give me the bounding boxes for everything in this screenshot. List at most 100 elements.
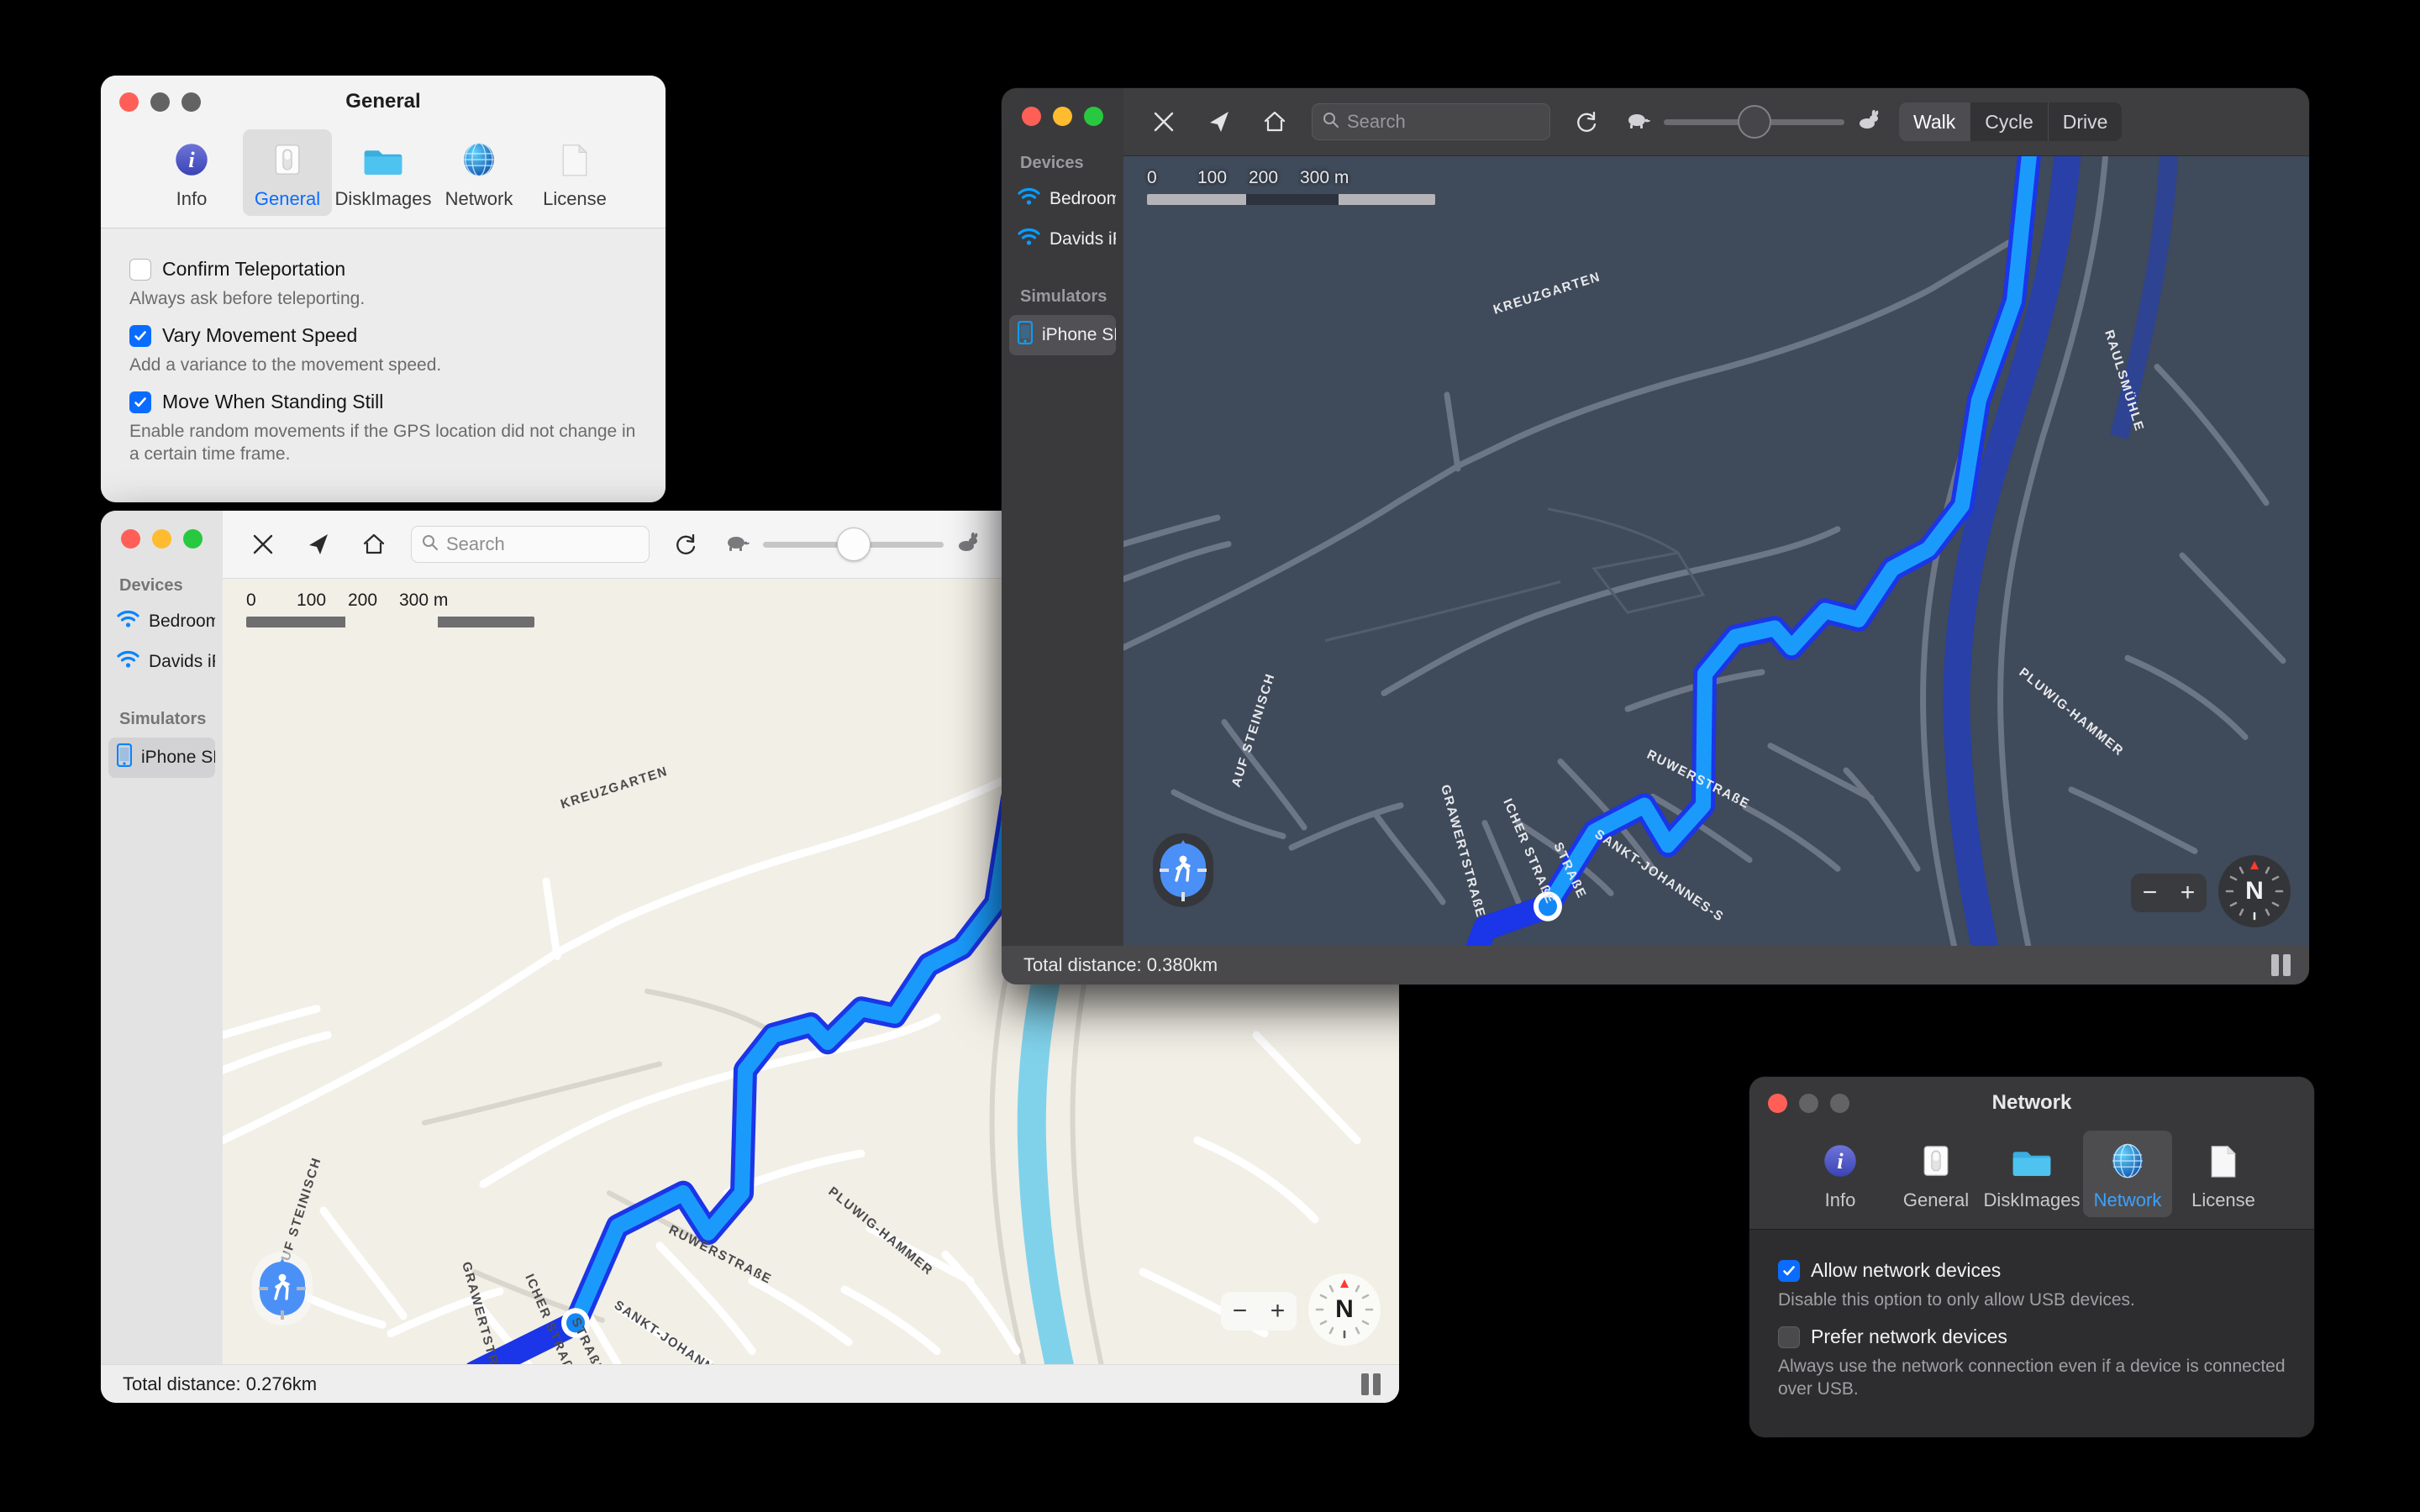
wifi-icon bbox=[117, 610, 139, 633]
speed-slider[interactable] bbox=[723, 528, 980, 561]
general-preferences-window: General i Info General DiskImages Networ… bbox=[101, 76, 666, 502]
tab-info[interactable]: i Info bbox=[1796, 1131, 1885, 1217]
zoom-button[interactable] bbox=[183, 529, 203, 549]
compass-button[interactable]: N bbox=[1308, 1273, 1381, 1346]
tab-diskimages[interactable]: DiskImages bbox=[1984, 1131, 2080, 1217]
pause-icon[interactable] bbox=[1361, 1373, 1381, 1395]
speed-slider-thumb[interactable] bbox=[836, 528, 871, 561]
close-button[interactable] bbox=[1022, 107, 1041, 126]
zoom-in-button[interactable]: + bbox=[1270, 1297, 1286, 1326]
close-icon[interactable] bbox=[1145, 103, 1182, 140]
pause-icon[interactable] bbox=[2271, 954, 2291, 976]
devices-header: Devices bbox=[1020, 154, 1084, 172]
switch-icon bbox=[264, 136, 311, 183]
move-when-standing-still-checkbox[interactable] bbox=[129, 391, 151, 413]
scale-tick: 0 bbox=[1147, 168, 1157, 187]
zoom-in-button[interactable]: + bbox=[2181, 879, 2196, 907]
speed-slider-track[interactable] bbox=[763, 528, 944, 561]
home-icon[interactable] bbox=[1256, 103, 1293, 140]
sidebar-item-iphone-se[interactable]: iPhone SE (3... bbox=[108, 738, 215, 778]
network-preferences-window: Network i Info General DiskImages Networ… bbox=[1749, 1077, 2314, 1437]
svg-text:i: i bbox=[188, 147, 195, 172]
minimize-button[interactable] bbox=[1053, 107, 1072, 126]
search-input[interactable]: Search bbox=[411, 526, 650, 563]
confirm-teleportation-checkbox[interactable] bbox=[129, 259, 151, 281]
prefer-network-devices-checkbox[interactable] bbox=[1778, 1326, 1800, 1348]
total-distance-label: Total distance: 0.380km bbox=[1023, 954, 1218, 975]
page-title: General bbox=[345, 90, 421, 113]
sidebar-item-iphone-se[interactable]: iPhone SE (3... bbox=[1009, 315, 1116, 355]
light-status-bar: Total distance: 0.276km bbox=[101, 1364, 1399, 1403]
general-prefs-body: Confirm Teleportation Always ask before … bbox=[101, 228, 666, 502]
compass-ticks bbox=[2225, 861, 2284, 921]
search-input[interactable]: Search bbox=[1312, 103, 1550, 140]
zoom-out-button[interactable]: − bbox=[1233, 1297, 1248, 1326]
zoom-out-button[interactable]: − bbox=[2143, 879, 2158, 907]
option-help: Always use the network connection even i… bbox=[1778, 1357, 2286, 1399]
navigation-arrow-icon[interactable] bbox=[300, 526, 337, 563]
mode-drive-button[interactable]: Drive bbox=[2047, 102, 2123, 141]
compass-button[interactable]: N bbox=[2218, 855, 2291, 927]
close-icon[interactable] bbox=[245, 526, 281, 563]
option-help: Add a variance to the movement speed. bbox=[129, 355, 442, 375]
page-title: Network bbox=[1991, 1091, 2072, 1114]
scale-tick: 200 bbox=[348, 591, 378, 610]
navigation-arrow-icon[interactable] bbox=[1201, 103, 1238, 140]
zoom-controls[interactable]: − + bbox=[1221, 1292, 1297, 1331]
option-row: Confirm Teleportation bbox=[129, 257, 637, 281]
dark-toolbar: Search Walk Cycle Drive bbox=[1123, 88, 2309, 156]
close-button[interactable] bbox=[121, 529, 140, 549]
option-row: Move When Standing Still bbox=[129, 390, 637, 413]
sidebar-item-label: Davids iPhone bbox=[149, 652, 215, 671]
minimize-button[interactable] bbox=[152, 529, 171, 549]
tab-license[interactable]: License bbox=[530, 129, 619, 216]
zoom-controls[interactable]: − + bbox=[2131, 874, 2207, 912]
search-placeholder: Search bbox=[446, 533, 505, 554]
sidebar-item-label: iPhone SE (3... bbox=[1042, 325, 1116, 344]
speed-slider[interactable] bbox=[1624, 105, 1881, 139]
search-icon bbox=[422, 534, 439, 555]
sidebar-item-davids-iphone[interactable]: Davids iPhone bbox=[1009, 222, 1116, 257]
refresh-icon[interactable] bbox=[668, 526, 705, 563]
option-label: Allow network devices bbox=[1811, 1259, 2002, 1281]
tab-general[interactable]: General bbox=[243, 129, 332, 216]
tab-diskimages[interactable]: DiskImages bbox=[335, 129, 431, 216]
tab-info[interactable]: i Info bbox=[147, 129, 236, 216]
network-prefs-toolbar: i Info General DiskImages Network Licens… bbox=[1749, 1129, 2314, 1229]
tab-label: General bbox=[1902, 1189, 1970, 1210]
tab-network[interactable]: Network bbox=[2083, 1131, 2172, 1217]
speed-slider-thumb[interactable] bbox=[1737, 105, 1771, 139]
speed-slider-track[interactable] bbox=[1664, 105, 1844, 139]
travel-mode-segmented-control[interactable]: Walk Cycle Drive bbox=[1899, 102, 2123, 141]
turtle-icon bbox=[723, 533, 752, 557]
mode-cycle-button[interactable]: Cycle bbox=[1970, 102, 2048, 141]
tab-label: License bbox=[543, 188, 607, 209]
dark-map-canvas[interactable]: KREUZGARTEN RAULSMÜHLE AUF STEINISCH PLU… bbox=[1123, 156, 2309, 946]
vary-movement-speed-checkbox[interactable] bbox=[129, 325, 151, 347]
mode-walk-button[interactable]: Walk bbox=[1899, 102, 1970, 141]
sidebar-item-label: Bedroom Ap... bbox=[1050, 189, 1116, 208]
scale-tick: 100 bbox=[1197, 168, 1228, 187]
tab-label: Network bbox=[445, 188, 513, 209]
dark-status-bar: Total distance: 0.380km bbox=[1002, 946, 2309, 984]
refresh-icon[interactable] bbox=[1569, 103, 1606, 140]
compass-north-marker bbox=[276, 1257, 288, 1272]
sidebar-item-davids-iphone[interactable]: Davids iPhone bbox=[108, 644, 215, 680]
tab-label: General bbox=[254, 188, 321, 209]
option-help: Always ask before teleporting. bbox=[129, 289, 366, 308]
allow-network-devices-checkbox[interactable] bbox=[1778, 1260, 1800, 1282]
tab-license[interactable]: License bbox=[2179, 1131, 2268, 1217]
tab-general[interactable]: General bbox=[1891, 1131, 1981, 1217]
zoom-button[interactable] bbox=[1084, 107, 1103, 126]
option-help: Disable this option to only allow USB de… bbox=[1778, 1290, 2135, 1310]
sidebar-item-bedroom-ap[interactable]: Bedroom Ap... bbox=[108, 604, 215, 639]
tab-network[interactable]: Network bbox=[434, 129, 523, 216]
home-icon[interactable] bbox=[355, 526, 392, 563]
scale-tick: 300 m bbox=[1300, 168, 1349, 187]
dark-scale-bar: 0 100 200 300 m bbox=[1147, 168, 1435, 205]
pedestrian-mode-button[interactable] bbox=[1153, 833, 1213, 907]
folder-icon bbox=[360, 136, 407, 183]
pedestrian-mode-button[interactable] bbox=[252, 1252, 313, 1326]
search-icon bbox=[1323, 112, 1339, 133]
sidebar-item-bedroom-ap[interactable]: Bedroom Ap... bbox=[1009, 181, 1116, 217]
